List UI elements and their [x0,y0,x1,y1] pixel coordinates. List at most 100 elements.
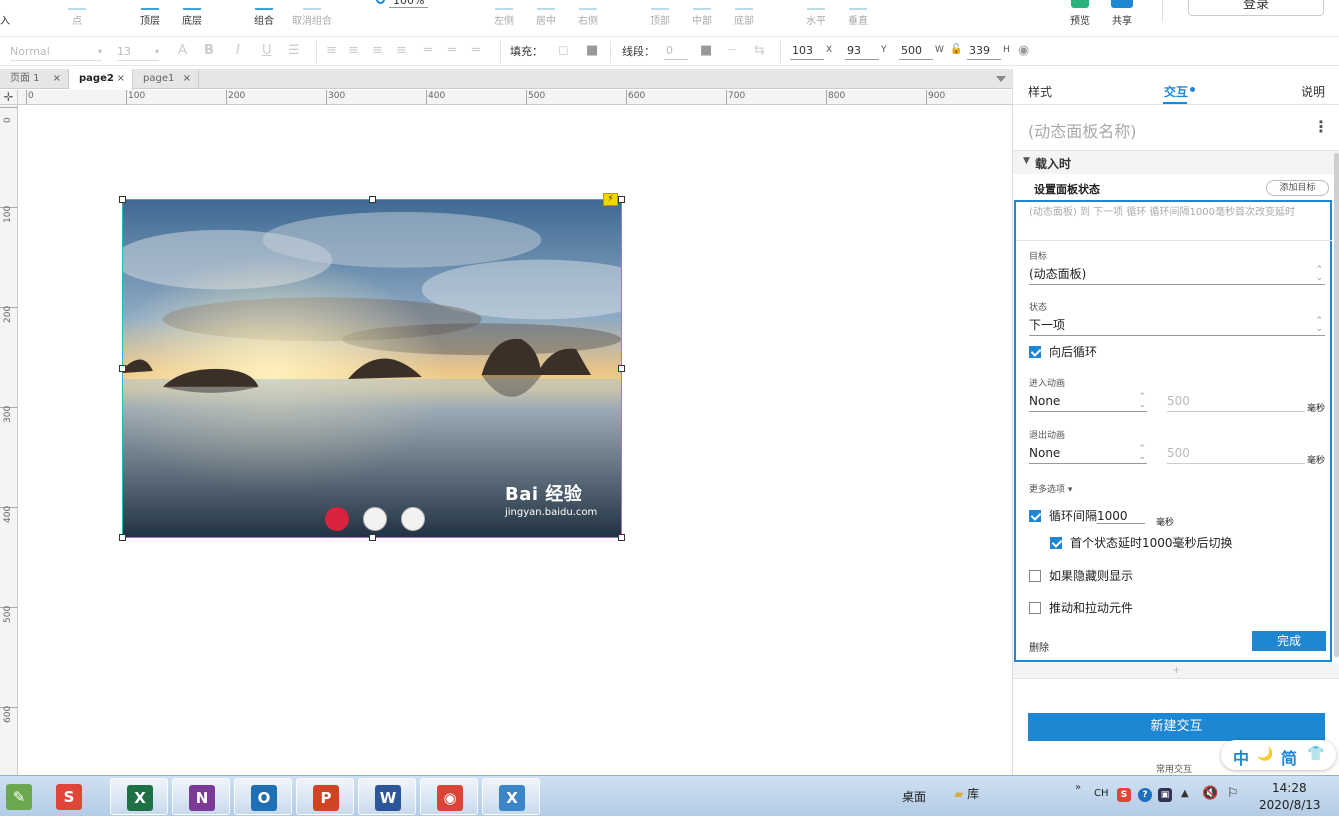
taskbar-app-axure[interactable]: X [482,778,540,815]
taskbar-app-powerpoint[interactable]: P [296,778,354,815]
valign-middle-icon[interactable]: ═ [448,43,456,58]
desktop-toolbar-label[interactable]: 桌面 [902,788,926,805]
x-input[interactable]: 103 [790,42,824,60]
ime-toolbar[interactable]: 中 🌙 简 👕 [1221,740,1336,770]
fill-none-icon[interactable]: ◻ [558,43,569,58]
zoom-select[interactable]: 100% [376,0,429,8]
tab-interaction[interactable]: 交互 [1164,83,1188,100]
show-hidden-icons-icon[interactable]: ▲ [1181,788,1189,799]
sogou-tray-icon[interactable]: S [1117,788,1131,802]
height-input[interactable]: 339 [967,42,1001,60]
slide-indicator-dot[interactable] [363,507,387,531]
align-text-right-icon[interactable]: ≡ [372,43,383,58]
show-if-hidden-checkbox[interactable]: 如果隐藏则显示 [1029,569,1133,583]
add-case-button[interactable]: + [1013,663,1339,679]
slide-indicator-dot[interactable] [401,507,425,531]
stroke-color-icon[interactable]: ■ [700,43,712,58]
resize-handle[interactable] [369,196,376,203]
ungroup-button[interactable]: 取消组合 [290,0,334,30]
font-color-icon[interactable]: A [178,43,187,58]
resize-handle[interactable] [119,534,126,541]
align-middle-button[interactable]: 中部 [688,0,716,30]
resize-handle[interactable] [119,196,126,203]
push-pull-checkbox[interactable]: 推动和拉动元件 [1029,601,1133,615]
dynamic-panel[interactable]: Bai 经验 jingyan.baidu.com [122,199,622,538]
ime-chinese-mode[interactable]: 中 [1233,745,1249,769]
design-canvas[interactable]: Bai 经验 jingyan.baidu.com ⚡ [19,106,1012,775]
tab-page1[interactable]: page1 × [133,69,199,89]
loop-interval-input[interactable]: 1000 [1097,509,1146,524]
tab-page2[interactable]: page2 × [69,69,133,90]
bullet-list-icon[interactable]: ☰ [288,43,300,58]
login-button[interactable]: 登录 [1188,0,1324,16]
align-bottom-button[interactable]: 底部 [730,0,758,30]
italic-icon[interactable]: I [236,43,240,58]
resize-handle[interactable] [119,365,126,372]
taskbar-app-onenote[interactable]: N [172,778,230,815]
loop-back-checkbox[interactable]: 向后循环 [1029,345,1097,359]
share-button[interactable]: 共享 [1108,0,1136,30]
library-toolbar[interactable]: ▰ 库 [954,785,979,802]
interaction-flash-icon[interactable]: ⚡ [603,193,618,206]
align-left-button[interactable]: 左侧 [490,0,518,30]
distribute-horizontal-button[interactable]: 水平 [802,0,830,30]
tab-menu-icon[interactable] [996,76,1006,82]
chevron-double-right-icon[interactable]: » [1075,782,1081,793]
taskbar-app-chrome[interactable]: ◉ [420,778,478,815]
close-icon[interactable]: × [183,69,191,89]
taskbar-app-paint[interactable]: ✎ [0,778,44,815]
action-center-flag-icon[interactable]: ⚐ [1227,786,1239,801]
enter-animation-duration[interactable]: 500 [1167,392,1305,412]
on-load-section-header[interactable]: ▼ 载入时 [1013,150,1339,174]
align-text-justify-icon[interactable]: ≡ [396,43,407,58]
resize-handle[interactable] [618,365,625,372]
skin-icon[interactable]: 👕 [1307,746,1324,762]
preview-button[interactable]: 预览 [1066,0,1094,30]
align-text-left-icon[interactable]: ≡ [326,43,337,58]
valign-top-icon[interactable]: ═ [424,43,432,58]
ime-simplified[interactable]: 简 [1281,745,1297,769]
network-icon[interactable]: ▣ [1158,788,1172,802]
valign-bottom-icon[interactable]: ═ [472,43,480,58]
first-state-delay-checkbox[interactable]: 首个状态延时1000毫秒后切换 [1050,536,1233,550]
stroke-width-input[interactable]: 0 [664,42,688,60]
fill-color-icon[interactable]: ■ [586,43,598,58]
moon-icon[interactable]: 🌙 [1257,747,1273,762]
align-center-button[interactable]: 居中 [532,0,560,30]
more-options-icon[interactable]: ⋮ [1313,117,1329,136]
loop-interval-checkbox[interactable]: 循环间隔1000 [1029,509,1146,524]
underline-icon[interactable]: U [262,43,272,58]
exit-animation-duration[interactable]: 500 [1167,444,1305,464]
taskbar-app-excel[interactable]: X [110,778,168,815]
done-button[interactable]: 完成 [1252,631,1326,651]
tab-style[interactable]: 样式 [1028,83,1052,100]
scrollbar[interactable] [1334,153,1339,657]
new-interaction-button[interactable]: 新建交互 [1028,713,1325,741]
close-icon[interactable]: × [53,69,61,89]
visibility-eye-icon[interactable]: ◉ [1018,43,1029,58]
y-input[interactable]: 93 [845,42,879,60]
slide-indicator-dot[interactable] [325,507,349,531]
point-button[interactable]: 点 [62,0,92,30]
delete-button[interactable]: 删除 [1029,639,1049,654]
taskbar-app-sogou[interactable]: S [50,778,94,815]
tab-page-1[interactable]: 页面 1 × [0,69,69,89]
align-text-center-icon[interactable]: ≡ [348,43,359,58]
style-select[interactable]: Normal ▾ [10,43,102,61]
taskbar-app-outlook[interactable]: O [234,778,292,815]
bring-to-front-button[interactable]: 顶层 [136,0,164,30]
font-size-select[interactable]: 13 ▾ [117,43,159,61]
insert-button[interactable]: 入 [0,0,14,30]
close-icon[interactable]: × [117,69,125,89]
clock-time[interactable]: 14:28 [1272,781,1307,795]
align-right-button[interactable]: 右侧 [574,0,602,30]
add-target-button[interactable]: 添加目标 [1266,180,1329,196]
volume-muted-icon[interactable]: 🔇 [1202,786,1218,801]
resize-handle[interactable] [618,534,625,541]
group-button[interactable]: 组合 [250,0,278,30]
send-to-back-button[interactable]: 底层 [178,0,206,30]
state-select[interactable]: 下一项 ⌃ ⌄ [1029,316,1325,336]
bold-icon[interactable]: B [204,43,214,58]
panel-name-input[interactable]: (动态面板名称) [1028,118,1137,142]
arrow-style-icon[interactable]: ⇆ [754,43,765,58]
